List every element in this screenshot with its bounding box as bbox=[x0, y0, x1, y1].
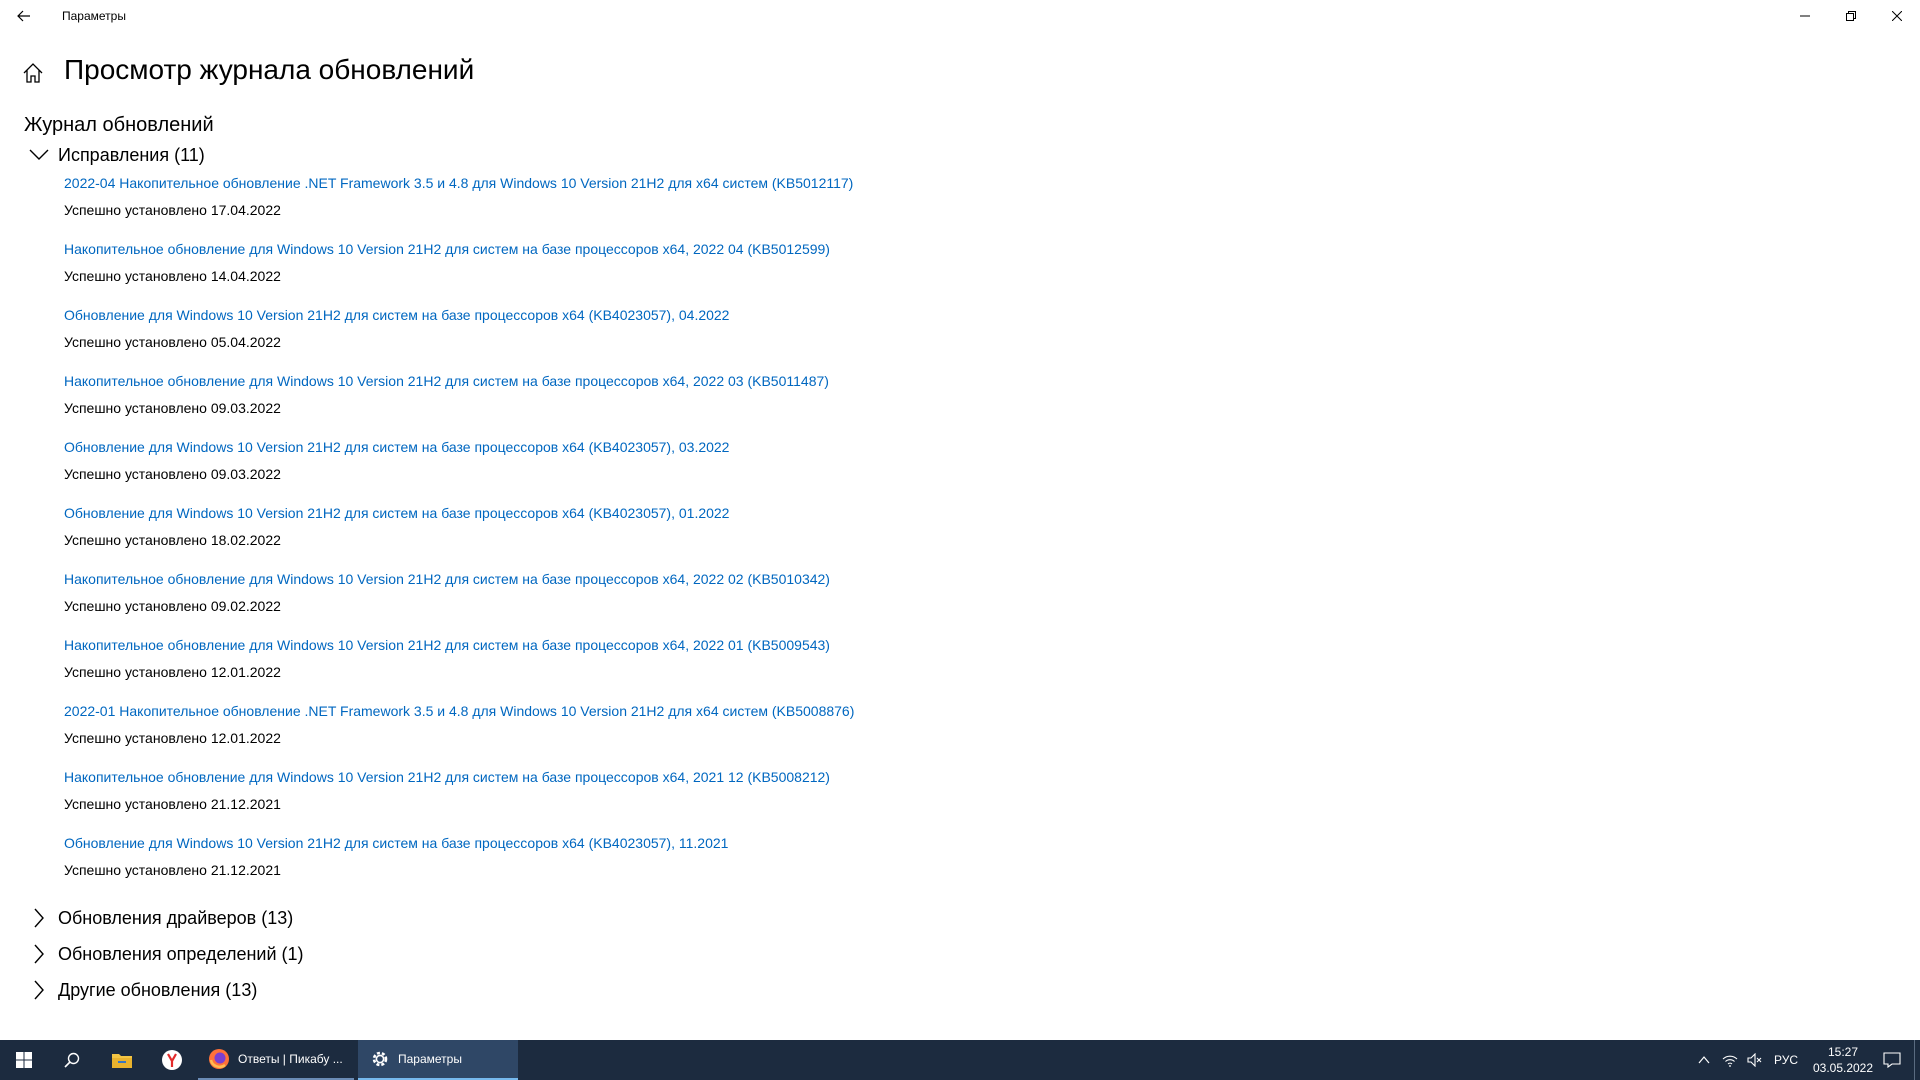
update-status: Успешно установлено 12.01.2022 bbox=[64, 664, 281, 680]
minimize-icon bbox=[1800, 15, 1810, 17]
update-link[interactable]: Накопительное обновление для Windows 10 … bbox=[64, 634, 1064, 656]
update-item: Обновление для Windows 10 Version 21H2 д… bbox=[64, 832, 1064, 898]
group-label: Обновления определений (1) bbox=[58, 943, 304, 964]
page-title: Просмотр журнала обновлений bbox=[64, 54, 475, 85]
volume-muted-icon bbox=[1747, 1053, 1762, 1067]
network-button[interactable] bbox=[1718, 1040, 1742, 1080]
update-status: Успешно установлено 21.12.2021 bbox=[64, 796, 281, 812]
update-link[interactable]: Накопительное обновление для Windows 10 … bbox=[64, 766, 1064, 788]
yandex-browser-button[interactable] bbox=[148, 1040, 196, 1080]
update-item: Обновление для Windows 10 Version 21H2 д… bbox=[64, 436, 1064, 502]
taskbar-settings[interactable]: Параметры bbox=[358, 1040, 518, 1080]
file-explorer-button[interactable] bbox=[98, 1040, 146, 1080]
update-status: Успешно установлено 21.12.2021 bbox=[64, 862, 281, 878]
firefox-icon bbox=[209, 1049, 229, 1069]
taskbar-firefox[interactable]: Ответы | Пикабу ... bbox=[198, 1040, 354, 1080]
chevron-right-icon bbox=[28, 979, 50, 1001]
taskbar-settings-label: Параметры bbox=[398, 1052, 462, 1066]
update-status: Успешно установлено 09.03.2022 bbox=[64, 466, 281, 482]
update-link[interactable]: Накопительное обновление для Windows 10 … bbox=[64, 568, 1064, 590]
group-label: Обновления драйверов (13) bbox=[58, 907, 294, 928]
update-item: Накопительное обновление для Windows 10 … bbox=[64, 568, 1064, 634]
update-item: Обновление для Windows 10 Version 21H2 д… bbox=[64, 304, 1064, 370]
start-button[interactable] bbox=[0, 1040, 48, 1080]
wifi-icon bbox=[1722, 1055, 1738, 1067]
update-item: Накопительное обновление для Windows 10 … bbox=[64, 370, 1064, 436]
update-status: Успешно установлено 18.02.2022 bbox=[64, 532, 281, 548]
update-item: Обновление для Windows 10 Version 21H2 д… bbox=[64, 502, 1064, 568]
gear-icon bbox=[372, 1051, 388, 1067]
group-drivers[interactable]: Обновления драйверов (13) bbox=[28, 904, 293, 932]
search-icon bbox=[64, 1052, 80, 1068]
update-link[interactable]: 2022-04 Накопительное обновление .NET Fr… bbox=[64, 172, 1064, 194]
update-item: 2022-04 Накопительное обновление .NET Fr… bbox=[64, 172, 1064, 238]
update-link[interactable]: Накопительное обновление для Windows 10 … bbox=[64, 238, 1064, 260]
folder-icon bbox=[112, 1054, 132, 1068]
restore-button[interactable] bbox=[1828, 0, 1874, 32]
group-label: Другие обновления (13) bbox=[58, 979, 258, 1000]
show-desktop-button[interactable] bbox=[1914, 1040, 1920, 1080]
notification-icon bbox=[1883, 1052, 1901, 1068]
home-button[interactable] bbox=[22, 62, 44, 84]
home-icon bbox=[23, 63, 43, 83]
back-button[interactable] bbox=[0, 0, 48, 32]
update-link[interactable]: Обновление для Windows 10 Version 21H2 д… bbox=[64, 436, 1064, 458]
update-link[interactable]: Обновление для Windows 10 Version 21H2 д… bbox=[64, 832, 1064, 854]
update-link[interactable]: Накопительное обновление для Windows 10 … bbox=[64, 370, 1064, 392]
group-other[interactable]: Другие обновления (13) bbox=[28, 976, 257, 1004]
language-indicator[interactable]: РУС bbox=[1768, 1040, 1804, 1080]
group-definitions[interactable]: Обновления определений (1) bbox=[28, 940, 304, 968]
chevron-down-icon bbox=[28, 144, 50, 166]
volume-button[interactable] bbox=[1742, 1040, 1768, 1080]
update-link[interactable]: Обновление для Windows 10 Version 21H2 д… bbox=[64, 304, 1064, 326]
update-status: Успешно установлено 14.04.2022 bbox=[64, 268, 281, 284]
update-status: Успешно установлено 12.01.2022 bbox=[64, 730, 281, 746]
update-status: Успешно установлено 17.04.2022 bbox=[64, 202, 281, 218]
show-hidden-icons-button[interactable] bbox=[1690, 1040, 1718, 1080]
update-list: 2022-04 Накопительное обновление .NET Fr… bbox=[64, 172, 1064, 898]
update-item: Накопительное обновление для Windows 10 … bbox=[64, 766, 1064, 832]
title-bar: Параметры bbox=[0, 0, 1920, 32]
update-link[interactable]: 2022-01 Накопительное обновление .NET Fr… bbox=[64, 700, 1064, 722]
minimize-button[interactable] bbox=[1782, 0, 1828, 32]
update-status: Успешно установлено 05.04.2022 bbox=[64, 334, 281, 350]
window-title: Параметры bbox=[62, 9, 126, 23]
yandex-browser-icon bbox=[162, 1050, 182, 1070]
chevron-right-icon bbox=[28, 907, 50, 929]
windows-logo-icon bbox=[16, 1052, 32, 1068]
update-status: Успешно установлено 09.02.2022 bbox=[64, 598, 281, 614]
chevron-up-icon bbox=[1698, 1056, 1710, 1064]
update-link[interactable]: Обновление для Windows 10 Version 21H2 д… bbox=[64, 502, 1064, 524]
restore-icon bbox=[1846, 11, 1856, 21]
taskbar: Ответы | Пикабу ... Параметры РУС 15:27 … bbox=[0, 1040, 1920, 1080]
update-item: 2022-01 Накопительное обновление .NET Fr… bbox=[64, 700, 1064, 766]
settings-window: Параметры Просмотр журнала обновлений Жу… bbox=[0, 0, 1920, 1040]
group-fixes[interactable]: Исправления (11) bbox=[28, 141, 205, 169]
back-arrow-icon bbox=[17, 10, 30, 22]
group-label: Исправления (11) bbox=[58, 144, 205, 165]
update-item: Накопительное обновление для Windows 10 … bbox=[64, 238, 1064, 304]
action-center-button[interactable] bbox=[1868, 1040, 1916, 1080]
close-button[interactable] bbox=[1874, 0, 1920, 32]
chevron-right-icon bbox=[28, 943, 50, 965]
update-item: Накопительное обновление для Windows 10 … bbox=[64, 634, 1064, 700]
clock-date: 03.05.2022 bbox=[1812, 1061, 1874, 1075]
taskbar-firefox-label: Ответы | Пикабу ... bbox=[238, 1052, 343, 1066]
clock-time: 15:27 bbox=[1827, 1045, 1859, 1059]
section-title: Журнал обновлений bbox=[24, 114, 214, 136]
update-status: Успешно установлено 09.03.2022 bbox=[64, 400, 281, 416]
close-icon bbox=[1892, 11, 1902, 21]
search-button[interactable] bbox=[48, 1040, 96, 1080]
